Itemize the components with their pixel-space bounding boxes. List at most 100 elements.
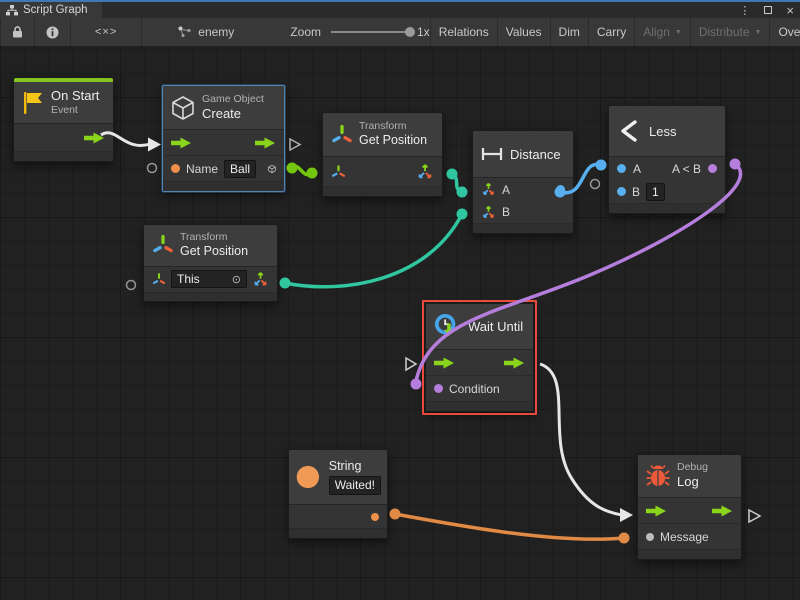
string-value-field[interactable]: Waited! [329,476,381,495]
lock-button[interactable] [0,18,35,46]
zoom-level-value: 1x [417,25,430,39]
relations-label: Relations [439,25,489,39]
window-controls: ⋮ × [739,2,794,18]
node-subtitle: Event [51,104,99,117]
wire-create-to-getposition[interactable] [287,163,318,179]
wire-getposition-bottom-to-distance-b[interactable] [280,209,468,289]
node-footer [163,182,284,191]
carry-label: Carry [597,25,626,39]
flow-input-port[interactable] [646,505,667,517]
zoom-label: Zoom [290,25,321,39]
vector3-input-port[interactable] [481,182,496,197]
float-input-port[interactable] [617,187,626,196]
flow-output-port[interactable] [712,505,733,517]
float-output-port[interactable] [556,185,565,194]
output-label: A < B [672,162,701,176]
node-footer [144,293,277,301]
script-graph-window: Script Graph ⋮ × <×> [0,0,800,600]
vector3-output-port[interactable] [252,271,269,288]
node-title: Log [677,474,708,490]
align-label: Align [643,25,670,39]
node-title: Get Position [359,133,427,149]
less-icon [619,120,639,142]
node-footer [289,529,387,538]
cube-icon [171,95,195,121]
port-label: A [502,183,510,197]
overview-label: Overview [778,25,800,39]
node-less[interactable]: Less A A < B B 1 [608,105,726,214]
distribute-label: Distribute [699,25,750,39]
transform-icon [331,123,353,147]
vector3-input-port[interactable] [481,205,496,220]
node-string[interactable]: String Waited! [288,449,388,539]
port-label: A [633,162,641,176]
window-close-icon[interactable]: × [786,3,794,18]
node-footer [14,152,113,161]
values-label: Values [506,25,542,39]
zoom-slider[interactable] [331,31,413,33]
unconnected-port-circle [148,164,157,173]
window-maximize-icon[interactable] [764,6,772,14]
port-label: B [502,205,510,219]
bug-icon [646,464,670,488]
dim-label: Dim [559,25,580,39]
node-title: On Start [51,88,99,104]
node-title: Distance [510,147,561,162]
zoom-slider-handle[interactable] [405,27,415,37]
node-on-start[interactable]: On Start Event [13,77,114,162]
tab-script-graph[interactable]: Script Graph [0,2,102,18]
target-value-field[interactable]: This ⊙ [171,270,247,288]
flow-continuation-triangle [406,358,416,370]
string-input-port[interactable] [171,164,180,173]
window-menu-icon[interactable]: ⋮ [739,4,750,17]
wire-getposition-top-to-distance-a[interactable] [447,169,468,198]
flow-output-port[interactable] [255,137,276,149]
b-value-field[interactable]: 1 [646,183,665,201]
tab-bar: Script Graph ⋮ × [0,2,800,18]
string-output-port[interactable] [371,513,379,521]
overview-button[interactable]: Overview [770,18,800,46]
unconnected-port-circle [591,180,600,189]
node-log[interactable]: Debug Log Message [637,454,742,560]
flow-input-port[interactable] [171,137,192,149]
wire-string-to-log-message[interactable] [390,509,630,544]
object-input-port[interactable] [646,533,654,541]
distribute-button: Distribute ▼ [691,18,771,46]
node-category: Game Object [202,93,264,106]
relations-button[interactable]: Relations [430,18,498,46]
graph-name-label: enemy [198,25,234,39]
node-create[interactable]: Game Object Create Name Ball [162,85,285,192]
code-preview-button[interactable]: <×> [71,18,142,46]
graph-toolbar: <×> enemy Zoom 1x Relations Values Dim C… [0,18,800,47]
node-get-position-top[interactable]: Transform Get Position [322,112,443,197]
carry-button[interactable]: Carry [589,18,635,46]
flow-output-port[interactable] [84,132,105,144]
transform-icon [152,233,174,257]
node-footer [638,550,741,559]
values-button[interactable]: Values [498,18,551,46]
toolbar-middle-group: enemy Zoom 1x [142,18,429,46]
transform-input-port[interactable] [152,272,166,287]
info-button[interactable] [35,18,71,46]
graph-canvas[interactable]: On Start Event Game Object Create [0,47,800,600]
name-value-field[interactable]: Ball [224,160,256,178]
chevron-down-icon: ▼ [755,29,762,36]
selection-highlight [422,300,537,415]
wire-wait-to-log[interactable] [540,364,633,522]
vector3-output-port[interactable] [416,163,434,181]
node-footer [323,187,442,196]
string-icon [295,462,321,492]
float-input-port[interactable] [617,164,626,173]
flag-icon [22,91,44,115]
dim-button[interactable]: Dim [551,18,589,46]
bool-output-port[interactable] [708,164,717,173]
transform-input-port[interactable] [331,164,346,180]
node-distance[interactable]: Distance A B [472,130,574,234]
info-icon [46,26,59,39]
graph-reference-icon [178,26,192,38]
node-category: Transform [359,120,427,133]
gameobject-output-port[interactable] [268,161,276,177]
node-get-position-bottom[interactable]: Transform Get Position This ⊙ [143,224,278,302]
node-footer [609,204,725,213]
object-picker-icon[interactable]: ⊙ [232,273,241,286]
